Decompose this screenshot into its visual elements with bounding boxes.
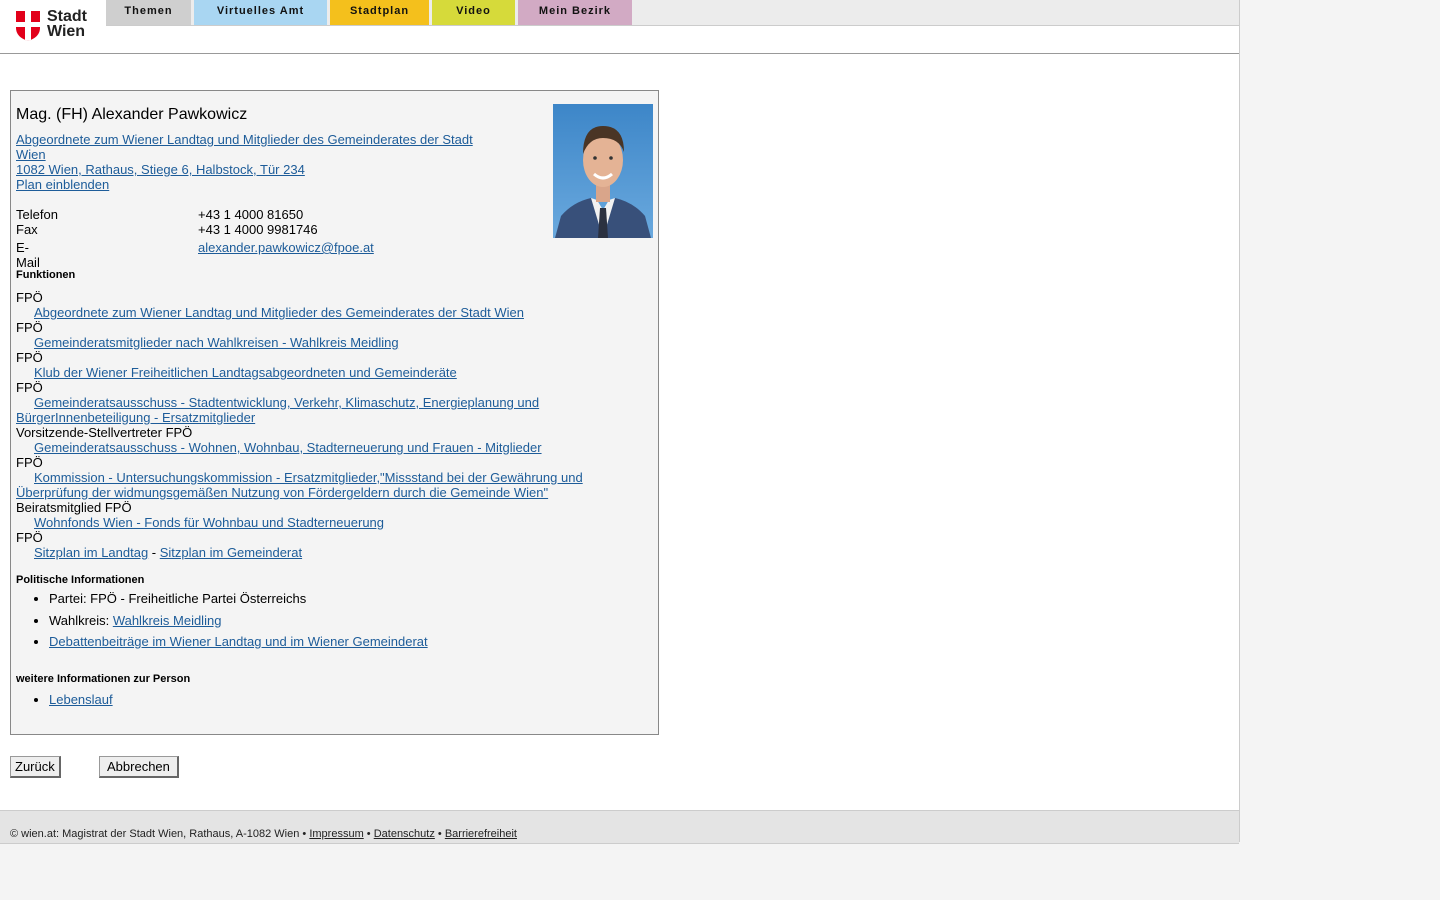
impressum-link[interactable]: Impressum — [309, 828, 363, 840]
function-org: FPÖ — [16, 530, 43, 545]
district-item: Wahlkreis: Wahlkreis Meidling — [49, 613, 428, 628]
logo-text: Stadt Wien — [47, 9, 87, 40]
seat-plan-gemeinderat-link[interactable]: Sitzplan im Gemeinderat — [160, 545, 302, 560]
header: Stadt Wien Themen Virtuelles Amt Stadtpl… — [0, 0, 1239, 54]
function-link[interactable]: Gemeinderatsmitglieder nach Wahlkreisen … — [16, 335, 616, 350]
function-org: Vorsitzende-Stellvertreter FPÖ — [16, 425, 193, 440]
function-org: FPÖ — [16, 455, 43, 470]
address-block: Abgeordnete zum Wiener Landtag und Mitgl… — [16, 132, 496, 192]
politics-list: Partei: FPÖ - Freiheitliche Partei Öster… — [16, 591, 428, 656]
cv-item: Lebenslauf — [49, 692, 113, 707]
main-navigation: Themen Virtuelles Amt Stadtplan Video Me… — [106, 0, 1239, 26]
party-item: Partei: FPÖ - Freiheitliche Partei Öster… — [49, 591, 428, 606]
tab-video[interactable]: Video — [432, 0, 515, 25]
debates-item: Debattenbeiträge im Wiener Landtag und i… — [49, 634, 428, 649]
address-link[interactable]: 1082 Wien, Rathaus, Stiege 6, Halbstock,… — [16, 162, 305, 177]
function-link[interactable]: Gemeinderatsausschuss - Wohnen, Wohnbau,… — [16, 440, 616, 455]
function-link[interactable]: Gemeinderatsausschuss - Stadtentwicklung… — [16, 395, 616, 425]
person-photo — [553, 104, 653, 238]
footer-copyright: © wien.at: Magistrat der Stadt Wien, Rat… — [10, 828, 310, 840]
tab-stadtplan[interactable]: Stadtplan — [330, 0, 429, 25]
barrierefreiheit-link[interactable]: Barrierefreiheit — [445, 828, 517, 840]
show-plan-link[interactable]: Plan einblenden — [16, 177, 109, 192]
function-link[interactable]: Abgeordnete zum Wiener Landtag und Mitgl… — [16, 305, 616, 320]
phone-label: Telefon — [16, 207, 58, 222]
tab-mein-bezirk[interactable]: Mein Bezirk — [518, 0, 632, 25]
debates-link[interactable]: Debattenbeiträge im Wiener Landtag und i… — [49, 634, 428, 649]
functions-list: FPÖ Abgeordnete zum Wiener Landtag und M… — [16, 290, 616, 560]
footer: © wien.at: Magistrat der Stadt Wien, Rat… — [0, 810, 1239, 844]
email-label: E-Mail — [16, 240, 40, 270]
page: Stadt Wien Themen Virtuelles Amt Stadtpl… — [0, 0, 1240, 844]
back-button[interactable]: Zurück — [10, 756, 61, 778]
function-org: FPÖ — [16, 380, 43, 395]
district-link[interactable]: Wahlkreis Meidling — [113, 613, 222, 628]
fax-label: Fax — [16, 222, 38, 237]
function-org: FPÖ — [16, 320, 43, 335]
person-detail-box: Mag. (FH) Alexander Pawkowicz Abgeordnet… — [10, 90, 659, 735]
function-link[interactable]: Wohnfonds Wien - Fonds für Wohnbau und S… — [16, 515, 616, 530]
functions-heading: Funktionen — [16, 269, 76, 281]
logo-line-2: Wien — [47, 23, 86, 40]
datenschutz-link[interactable]: Datenschutz — [374, 828, 435, 840]
function-org: FPÖ — [16, 290, 43, 305]
person-name: Mag. (FH) Alexander Pawkowicz — [16, 106, 248, 123]
politics-heading: Politische Informationen — [16, 574, 145, 586]
function-link[interactable]: Klub der Wiener Freiheitlichen Landtagsa… — [16, 365, 616, 380]
tab-themen[interactable]: Themen — [106, 0, 191, 25]
function-org: FPÖ — [16, 350, 43, 365]
more-info-heading: weitere Informationen zur Person — [16, 673, 191, 685]
function-org: Beiratsmitglied FPÖ — [16, 500, 132, 515]
seat-plan-landtag-link[interactable]: Sitzplan im Landtag — [34, 545, 148, 560]
cv-link[interactable]: Lebenslauf — [49, 692, 113, 707]
function-link[interactable]: Kommission - Untersuchungskommission - E… — [16, 470, 616, 500]
tab-virtuelles-amt[interactable]: Virtuelles Amt — [194, 0, 327, 25]
vienna-shield-icon — [16, 11, 40, 41]
phone-value: +43 1 4000 81650 — [198, 207, 304, 222]
stadt-wien-logo[interactable]: Stadt Wien — [16, 9, 96, 43]
cancel-button[interactable]: Abbrechen — [99, 756, 179, 778]
more-info-list: Lebenslauf — [16, 692, 113, 707]
email-link[interactable]: alexander.pawkowicz@fpoe.at — [198, 240, 374, 255]
role-link[interactable]: Abgeordnete zum Wiener Landtag und Mitgl… — [16, 132, 473, 162]
seat-plan-links: Sitzplan im Landtag - Sitzplan im Gemein… — [34, 545, 303, 560]
fax-value: +43 1 4000 9981746 — [198, 222, 318, 237]
